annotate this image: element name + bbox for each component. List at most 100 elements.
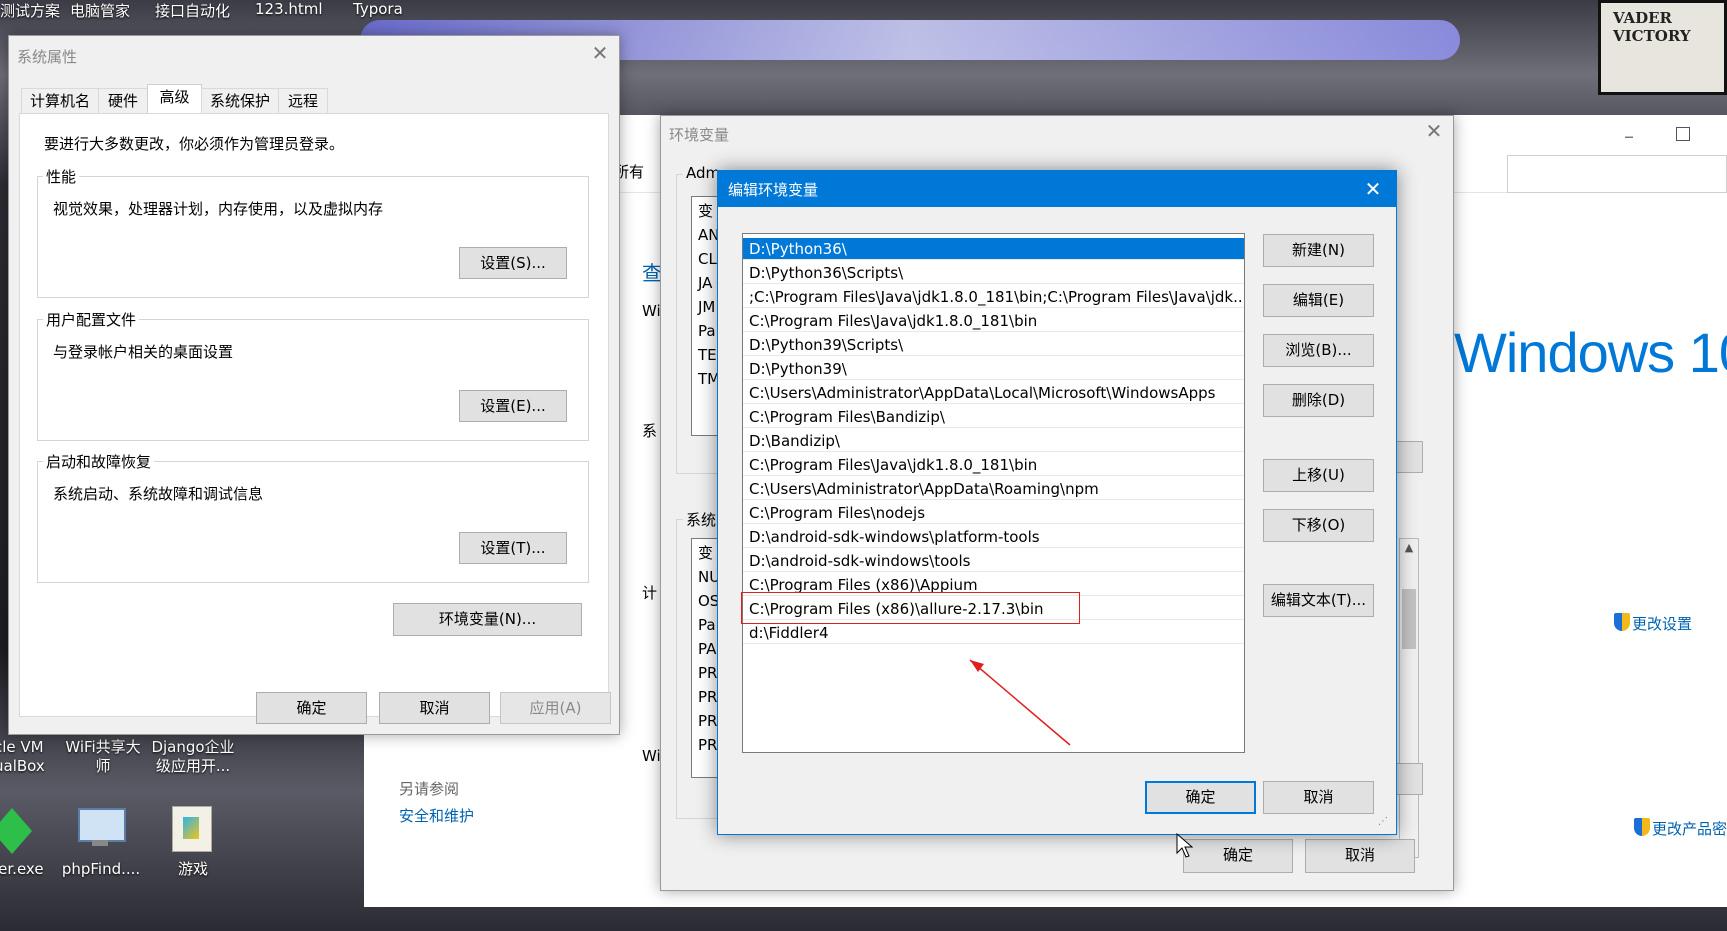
desktop-icon-label[interactable]: Django企业 级应用开... bbox=[148, 738, 238, 776]
performance-label: 性能 bbox=[43, 166, 80, 187]
user-profiles-settings-button[interactable]: 设置(E)... bbox=[459, 390, 567, 422]
control-panel-link[interactable]: 查 bbox=[642, 257, 662, 286]
maximize-icon[interactable] bbox=[1676, 127, 1690, 141]
admin-note: 要进行大多数更改，你必须作为管理员登录。 bbox=[44, 135, 345, 153]
path-list-item[interactable]: C:\Program Files\Bandizip\ bbox=[743, 406, 1244, 428]
security-maintenance-link[interactable]: 安全和维护 bbox=[399, 805, 474, 826]
close-icon[interactable]: ✕ bbox=[1358, 178, 1388, 200]
annotation-highlight-box bbox=[741, 592, 1080, 624]
cancel-button[interactable]: 取消 bbox=[1263, 781, 1374, 814]
path-list-item[interactable]: C:\Program Files\Java\jdk1.8.0_181\bin bbox=[743, 310, 1244, 332]
path-list-item[interactable]: d:\Fiddler4 bbox=[743, 622, 1244, 644]
user-profiles-group bbox=[37, 319, 589, 441]
section-label: Wi bbox=[642, 747, 661, 765]
move-up-button-label: 上移(U) bbox=[1292, 466, 1345, 484]
desktop-icon-label[interactable]: 接口自动化 bbox=[155, 0, 230, 20]
desktop-icon-label[interactable]: 电脑管家 bbox=[70, 0, 130, 20]
section-label: Wi bbox=[642, 302, 661, 320]
path-list-item[interactable]: D:\Python39\Scripts\ bbox=[743, 334, 1244, 356]
see-also-heading: 另请参阅 bbox=[399, 780, 460, 798]
ok-button[interactable]: 确定 bbox=[1145, 781, 1256, 814]
game-folder-icon[interactable] bbox=[172, 806, 212, 852]
performance-group bbox=[37, 176, 589, 298]
ok-button[interactable]: 确定 bbox=[256, 692, 367, 724]
delete-button[interactable]: 删除(D) bbox=[1263, 384, 1374, 417]
user-profiles-desc: 与登录帐户相关的桌面设置 bbox=[53, 343, 234, 361]
startup-recovery-settings-button[interactable]: 设置(T)... bbox=[459, 532, 567, 564]
close-icon[interactable]: ✕ bbox=[585, 42, 615, 64]
path-list-item[interactable]: D:\android-sdk-windows\platform-tools bbox=[743, 526, 1244, 548]
startup-recovery-desc: 系统启动、系统故障和调试信息 bbox=[53, 485, 264, 503]
desktop-icon-label[interactable]: WiFi共享大 师 bbox=[58, 738, 148, 776]
wallpaper-poster: VADER VICTORY bbox=[1598, 0, 1727, 95]
tab-computer-name[interactable]: 计算机名 bbox=[21, 88, 99, 114]
move-down-button[interactable]: 下移(O) bbox=[1263, 509, 1374, 542]
annotation-arrow bbox=[969, 659, 1071, 746]
path-list-item[interactable]: D:\Python39\ bbox=[743, 358, 1244, 380]
browse-button[interactable]: 浏览(B)... bbox=[1263, 334, 1374, 367]
windows-brand: Windows 10 bbox=[1454, 321, 1727, 384]
uac-shield-icon bbox=[1614, 613, 1630, 631]
dialog-title: 系统属性 bbox=[17, 48, 78, 66]
edit-text-button[interactable]: 编辑文本(T)... bbox=[1263, 584, 1374, 617]
path-list-item[interactable]: C:\Program Files\nodejs bbox=[743, 502, 1244, 524]
system-vars-scrollbar[interactable]: ▲ ▼ bbox=[1399, 538, 1419, 858]
tab-hardware[interactable]: 硬件 bbox=[98, 88, 148, 114]
resize-grip-icon[interactable]: ⋰ bbox=[1378, 817, 1390, 831]
search-input[interactable] bbox=[1507, 155, 1727, 193]
path-list-item[interactable]: D:\Python36\Scripts\ bbox=[743, 262, 1244, 284]
system-vars-label: 系统 bbox=[683, 509, 720, 530]
close-icon[interactable]: ✕ bbox=[1419, 120, 1449, 142]
ok-button[interactable]: 确定 bbox=[1183, 839, 1293, 873]
section-label: 系 bbox=[642, 422, 658, 440]
browse-button-label: 浏览(B)... bbox=[1285, 341, 1352, 359]
change-settings-link[interactable]: 更改设置 bbox=[1632, 613, 1692, 634]
system-properties-dialog: 系统属性 ✕ 计算机名 硬件 高级 系统保护 远程 要进行大多数更改，你必须作为… bbox=[8, 35, 620, 735]
desktop-icon-label[interactable]: 123.html bbox=[255, 0, 323, 20]
poster-text: VADER VICTORY bbox=[1613, 9, 1691, 45]
edit-env-titlebar bbox=[718, 171, 1396, 207]
performance-settings-button[interactable]: 设置(S)... bbox=[459, 247, 567, 279]
path-list-item[interactable]: C:\Users\Administrator\AppData\Local\Mic… bbox=[743, 382, 1244, 404]
delete-button-label: 删除(D) bbox=[1291, 391, 1346, 409]
move-down-button-label: 下移(O) bbox=[1291, 516, 1346, 534]
cancel-button[interactable]: 取消 bbox=[1305, 839, 1415, 873]
path-list-item[interactable]: ;C:\Program Files\Java\jdk1.8.0_181\bin;… bbox=[743, 286, 1244, 308]
desktop-icon-label[interactable]: Typora bbox=[353, 0, 403, 20]
dialog-title: 编辑环境变量 bbox=[728, 181, 819, 199]
path-list-item[interactable]: D:\android-sdk-windows\tools bbox=[743, 550, 1244, 572]
scroll-thumb[interactable] bbox=[1402, 589, 1416, 649]
edit-button-label: 编辑(E) bbox=[1292, 291, 1345, 309]
desktop-icon-label[interactable]: 测试方案 bbox=[0, 0, 60, 20]
new-button[interactable]: 新建(N) bbox=[1263, 234, 1374, 267]
change-product-key-link[interactable]: 更改产品密 bbox=[1652, 818, 1727, 839]
dialog-title: 环境变量 bbox=[669, 126, 730, 144]
minimize-icon[interactable]: – bbox=[1614, 125, 1644, 147]
path-list-item[interactable]: C:\Program Files\Java\jdk1.8.0_181\bin bbox=[743, 454, 1244, 476]
edit-text-button-label: 编辑文本(T)... bbox=[1270, 591, 1367, 609]
startup-recovery-group bbox=[37, 461, 589, 583]
phpfind-icon[interactable] bbox=[74, 802, 130, 852]
mouse-cursor-icon bbox=[1176, 833, 1194, 858]
new-button-label: 新建(N) bbox=[1292, 241, 1345, 259]
uac-shield-icon bbox=[1634, 818, 1650, 836]
path-list-item[interactable]: C:\Users\Administrator\AppData\Roaming\n… bbox=[743, 478, 1244, 500]
desktop-icon-label[interactable]: cle VM ualBox bbox=[0, 738, 54, 776]
section-label: 计 bbox=[642, 584, 658, 602]
user-profiles-label: 用户配置文件 bbox=[43, 309, 140, 330]
tab-remote[interactable]: 远程 bbox=[278, 88, 328, 114]
apply-button[interactable]: 应用(A) bbox=[500, 692, 611, 724]
startup-recovery-label: 启动和故障恢复 bbox=[43, 451, 155, 472]
edit-button[interactable]: 编辑(E) bbox=[1263, 284, 1374, 317]
path-list-item[interactable]: D:\Bandizip\ bbox=[743, 430, 1244, 452]
chevron-up-icon[interactable]: ▲ bbox=[1402, 541, 1416, 555]
desktop-icon-label[interactable]: 游戏 bbox=[148, 860, 238, 879]
tab-system-protection[interactable]: 系统保护 bbox=[201, 88, 279, 114]
environment-variables-button[interactable]: 环境变量(N)... bbox=[393, 603, 582, 636]
move-up-button[interactable]: 上移(U) bbox=[1263, 459, 1374, 492]
path-list-item[interactable]: D:\Python36\ bbox=[743, 238, 1244, 260]
cancel-button[interactable]: 取消 bbox=[379, 692, 490, 724]
tab-advanced[interactable]: 高级 bbox=[147, 84, 202, 114]
desktop-icon-label[interactable]: ler.exe bbox=[0, 860, 54, 879]
desktop-icon-label[interactable]: phpFind.... bbox=[56, 860, 146, 879]
